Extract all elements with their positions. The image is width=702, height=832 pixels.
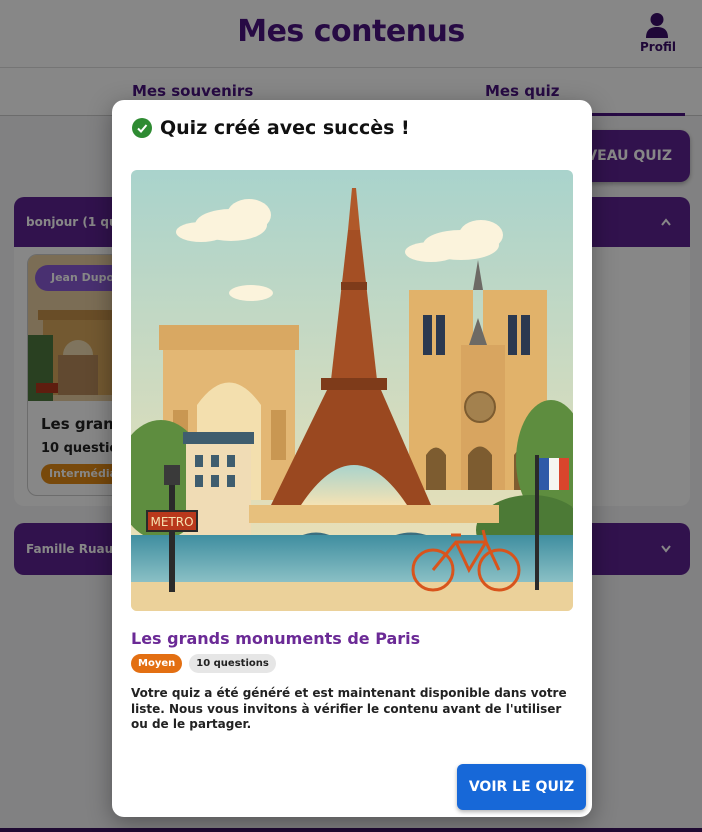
difficulty-badge: Moyen	[131, 654, 183, 673]
quiz-title: Les grands monuments de Paris	[131, 629, 421, 648]
quiz-tags: Moyen 10 questions	[131, 654, 276, 673]
quiz-cover-image: METRO	[131, 170, 573, 611]
dialog-description: Votre quiz a été généré et est maintenan…	[131, 686, 567, 731]
dialog-header: Quiz créé avec succès !	[132, 116, 410, 140]
view-quiz-button[interactable]: VOIR LE QUIZ	[457, 764, 586, 810]
question-count-badge: 10 questions	[189, 654, 276, 673]
dialog-title: Quiz créé avec succès !	[160, 117, 410, 139]
metro-sign: METRO	[150, 515, 193, 529]
check-circle-icon	[132, 118, 152, 138]
success-dialog: Quiz créé avec succès ! METRO Les grands…	[112, 100, 592, 817]
